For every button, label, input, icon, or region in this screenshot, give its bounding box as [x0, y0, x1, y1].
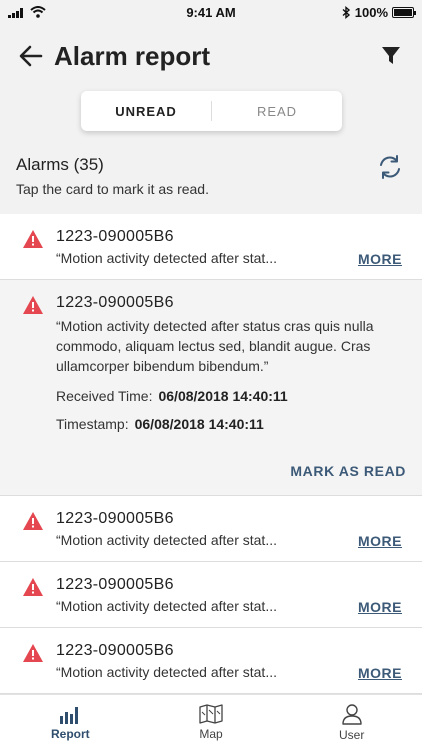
warning-triangle-icon: [23, 644, 43, 662]
signal-icon: [8, 7, 23, 18]
battery-icon: [392, 6, 416, 18]
timestamp-value: 06/08/2018 14:40:11: [134, 416, 264, 432]
alarm-card[interactable]: 1223-090005B6 “Motion activity detected …: [0, 628, 422, 694]
tab-map[interactable]: Map: [141, 695, 282, 750]
status-right: 100%: [294, 4, 416, 20]
wifi-icon: [30, 6, 46, 18]
more-link[interactable]: MORE: [358, 533, 402, 549]
alarm-message: “Motion activity detected after stat...: [56, 250, 277, 266]
tab-map-label: Map: [199, 727, 223, 741]
tab-user-label: User: [339, 728, 365, 742]
timestamp-row: Timestamp: 06/08/2018 14:40:11: [56, 416, 406, 432]
alarm-id: 1223-090005B6: [56, 510, 174, 527]
alarm-message: “Motion activity detected after stat...: [56, 664, 277, 680]
alarms-section-header: Alarms (35) Tap the card to mark it as r…: [16, 155, 406, 197]
warning-triangle-icon: [23, 296, 43, 314]
segment-read[interactable]: READ: [212, 104, 342, 119]
user-icon: [341, 704, 362, 725]
back-button[interactable]: [18, 43, 44, 69]
received-time-label: Received Time:: [56, 388, 153, 404]
tab-user[interactable]: User: [281, 695, 422, 750]
status-time: 9:41 AM: [186, 4, 236, 20]
alarm-id: 1223-090005B6: [56, 294, 174, 311]
page-title: Alarm report: [54, 40, 211, 71]
map-icon: [199, 704, 223, 724]
arrow-left-icon: [19, 45, 43, 67]
battery-fill: [394, 8, 412, 16]
alarm-list: 1223-090005B6 “Motion activity detected …: [0, 214, 422, 694]
refresh-icon[interactable]: [376, 153, 404, 181]
tab-report[interactable]: Report: [0, 695, 141, 750]
received-time-value: 06/08/2018 14:40:11: [158, 388, 288, 404]
more-link[interactable]: MORE: [358, 599, 402, 615]
tab-report-label: Report: [51, 727, 90, 741]
warning-triangle-icon: [23, 512, 43, 530]
received-time-row: Received Time: 06/08/2018 14:40:11: [56, 388, 406, 404]
bluetooth-icon: [342, 5, 350, 19]
filter-button[interactable]: [378, 43, 404, 69]
more-link[interactable]: MORE: [358, 665, 402, 681]
alarm-card[interactable]: 1223-090005B6 “Motion activity detected …: [0, 562, 422, 628]
segment-unread[interactable]: UNREAD: [81, 104, 211, 119]
warning-triangle-icon: [23, 578, 43, 596]
battery-percent: 100%: [354, 4, 388, 20]
alarm-message: “Motion activity detected after stat...: [56, 532, 277, 548]
alarm-id: 1223-090005B6: [56, 576, 174, 593]
status-bar: 9:41 AM 100%: [0, 0, 422, 24]
timestamp-label: Timestamp:: [56, 416, 129, 432]
bar-chart-icon: [60, 707, 79, 724]
bottom-tab-bar: Report Map User: [0, 694, 422, 750]
status-left: [8, 6, 128, 18]
alarm-message-full: “Motion activity detected after status c…: [56, 318, 374, 374]
read-filter-segment: UNREAD READ: [81, 91, 342, 131]
alarm-card[interactable]: 1223-090005B6 “Motion activity detected …: [0, 214, 422, 280]
alarm-id: 1223-090005B6: [56, 228, 174, 245]
mark-as-read-button[interactable]: MARK AS READ: [290, 463, 406, 479]
alarm-message: “Motion activity detected after stat...: [56, 598, 277, 614]
filter-icon: [382, 47, 400, 64]
alarms-count-title: Alarms (35): [16, 155, 104, 174]
alarm-card[interactable]: 1223-090005B6 “Motion activity detected …: [0, 496, 422, 562]
alarm-id: 1223-090005B6: [56, 642, 174, 659]
app-header: Alarm report: [0, 36, 422, 76]
alarm-card-expanded[interactable]: 1223-090005B6 “Motion activity detected …: [0, 280, 422, 496]
warning-triangle-icon: [23, 230, 43, 248]
more-link[interactable]: MORE: [358, 251, 402, 267]
alarms-hint: Tap the card to mark it as read.: [16, 181, 209, 197]
